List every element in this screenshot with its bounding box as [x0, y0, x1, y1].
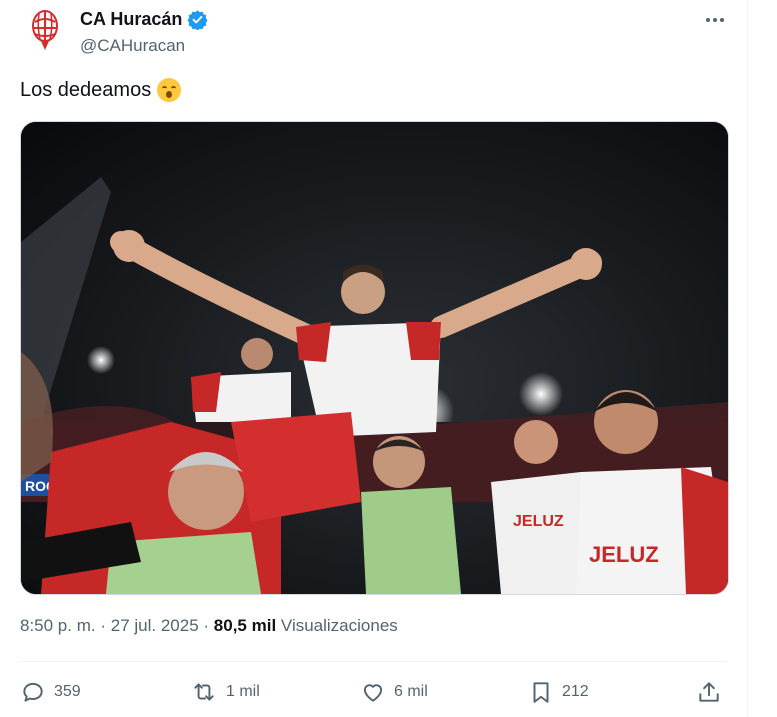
photo-illustration: ROGAR JELUZ JELUZ — [21, 122, 728, 594]
tweet-meta: 8:50 p. m. · 27 jul. 2025 · 80,5 mil Vis… — [20, 616, 398, 636]
like-count: 6 mil — [394, 683, 428, 700]
shirt-sponsor-text: JELUZ — [513, 513, 564, 530]
display-name[interactable]: CA Huracán — [80, 9, 182, 30]
reply-count: 359 — [54, 683, 81, 700]
bookmark-button[interactable]: 212 — [528, 677, 589, 707]
repost-count: 1 mil — [226, 683, 260, 700]
verified-badge-icon — [187, 9, 208, 30]
club-crest-icon — [32, 10, 58, 50]
shushing-face-emoji-icon — [157, 78, 182, 102]
meta-separator: · — [203, 616, 210, 635]
views-label: Visualizaciones — [280, 616, 398, 635]
like-button[interactable]: 6 mil — [360, 677, 428, 707]
floodlight — [87, 346, 115, 374]
share-button[interactable] — [696, 677, 722, 707]
timeline-border — [747, 0, 748, 717]
author-name-row[interactable]: CA Huracán — [80, 9, 208, 30]
meta-separator: · — [100, 616, 107, 635]
repost-icon — [194, 683, 214, 701]
share-icon — [699, 682, 719, 702]
tweet-text: Los dedeamos — [20, 78, 182, 102]
heart-icon — [363, 684, 383, 702]
tweet-text-content: Los dedeamos — [20, 78, 152, 101]
author-handle[interactable]: @CAHuracan — [80, 36, 185, 56]
repost-button[interactable]: 1 mil — [190, 677, 260, 707]
floodlight — [519, 372, 563, 416]
bookmark-count: 212 — [562, 683, 589, 700]
tweet-date[interactable]: 27 jul. 2025 — [111, 616, 199, 635]
reply-icon — [23, 682, 43, 702]
tweet-photo[interactable]: ROGAR JELUZ JELUZ — [20, 121, 729, 595]
views-count: 80,5 mil — [213, 616, 277, 635]
tweet-time[interactable]: 8:50 p. m. — [20, 616, 96, 635]
reply-button[interactable]: 359 — [20, 677, 81, 707]
action-bar: 359 1 mil 6 mil 212 — [20, 677, 727, 707]
more-options-icon[interactable] — [700, 10, 730, 30]
bookmark-icon — [533, 682, 549, 703]
avatar[interactable] — [20, 6, 70, 56]
shirt-sponsor-text: JELUZ — [589, 542, 659, 567]
divider — [20, 661, 727, 662]
